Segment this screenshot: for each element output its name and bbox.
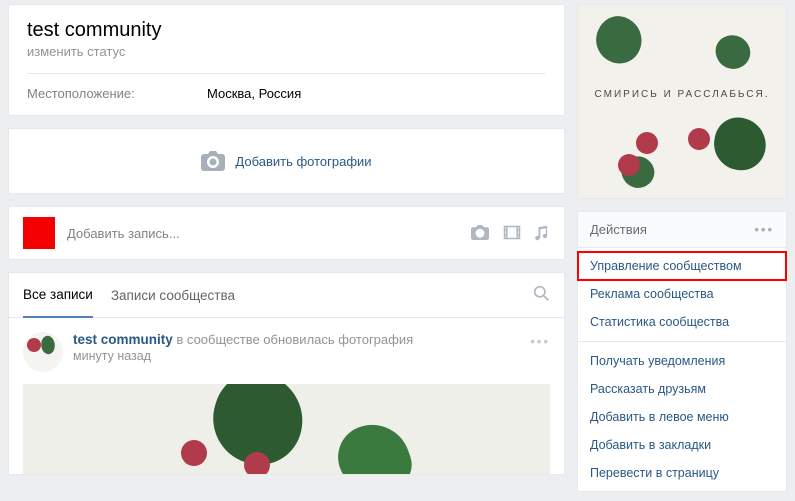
menu-notifications[interactable]: Получать уведомления (578, 347, 786, 375)
community-header: test community изменить статус Местополо… (8, 4, 565, 116)
menu-convert-page[interactable]: Перевести в страницу (578, 459, 786, 487)
actions-panel: Действия ••• Управление сообществом Рекл… (577, 211, 787, 492)
attach-photo-icon[interactable] (471, 225, 489, 240)
wall-post: test community в сообществе обновилась ф… (9, 318, 564, 474)
tab-all-posts[interactable]: Все записи (23, 273, 93, 318)
community-title: test community (27, 19, 546, 42)
attach-video-icon[interactable] (503, 225, 521, 240)
actions-heading: Действия (590, 222, 647, 237)
menu-add-left-menu[interactable]: Добавить в левое меню (578, 403, 786, 431)
location-value: Москва, Россия (207, 86, 301, 101)
tab-community-posts[interactable]: Записи сообщества (111, 274, 235, 317)
composer-placeholder[interactable]: Добавить запись... (67, 226, 459, 241)
search-button[interactable] (533, 285, 550, 305)
post-author-avatar[interactable] (23, 332, 63, 372)
menu-manage-community[interactable]: Управление сообществом (578, 252, 786, 280)
actions-more-button[interactable]: ••• (754, 222, 774, 237)
attach-music-icon[interactable] (535, 225, 550, 241)
post-composer[interactable]: Добавить запись... (8, 206, 565, 260)
menu-add-bookmarks[interactable]: Добавить в закладки (578, 431, 786, 459)
community-avatar[interactable]: СМИРИСЬ И РАССЛАБЬСЯ. (577, 4, 787, 199)
post-timestamp[interactable]: минуту назад (73, 349, 520, 363)
post-image[interactable] (23, 384, 550, 474)
location-label: Местоположение: (27, 86, 167, 101)
add-photos-button[interactable]: Добавить фотографии (8, 128, 565, 194)
post-author-link[interactable]: test community (73, 332, 173, 347)
menu-advertise[interactable]: Реклама сообщества (578, 280, 786, 308)
menu-statistics[interactable]: Статистика сообщества (578, 308, 786, 336)
edit-status-link[interactable]: изменить статус (27, 44, 546, 59)
avatar-caption: СМИРИСЬ И РАССЛАБЬСЯ. (578, 89, 786, 100)
wall: Все записи Записи сообщества test commun… (8, 272, 565, 475)
post-action-text: в сообществе обновилась фотография (176, 332, 413, 347)
camera-icon (201, 151, 225, 171)
menu-tell-friends[interactable]: Рассказать друзьям (578, 375, 786, 403)
composer-avatar (23, 217, 55, 249)
post-more-button[interactable]: ••• (530, 332, 550, 349)
add-photos-label: Добавить фотографии (235, 154, 371, 169)
